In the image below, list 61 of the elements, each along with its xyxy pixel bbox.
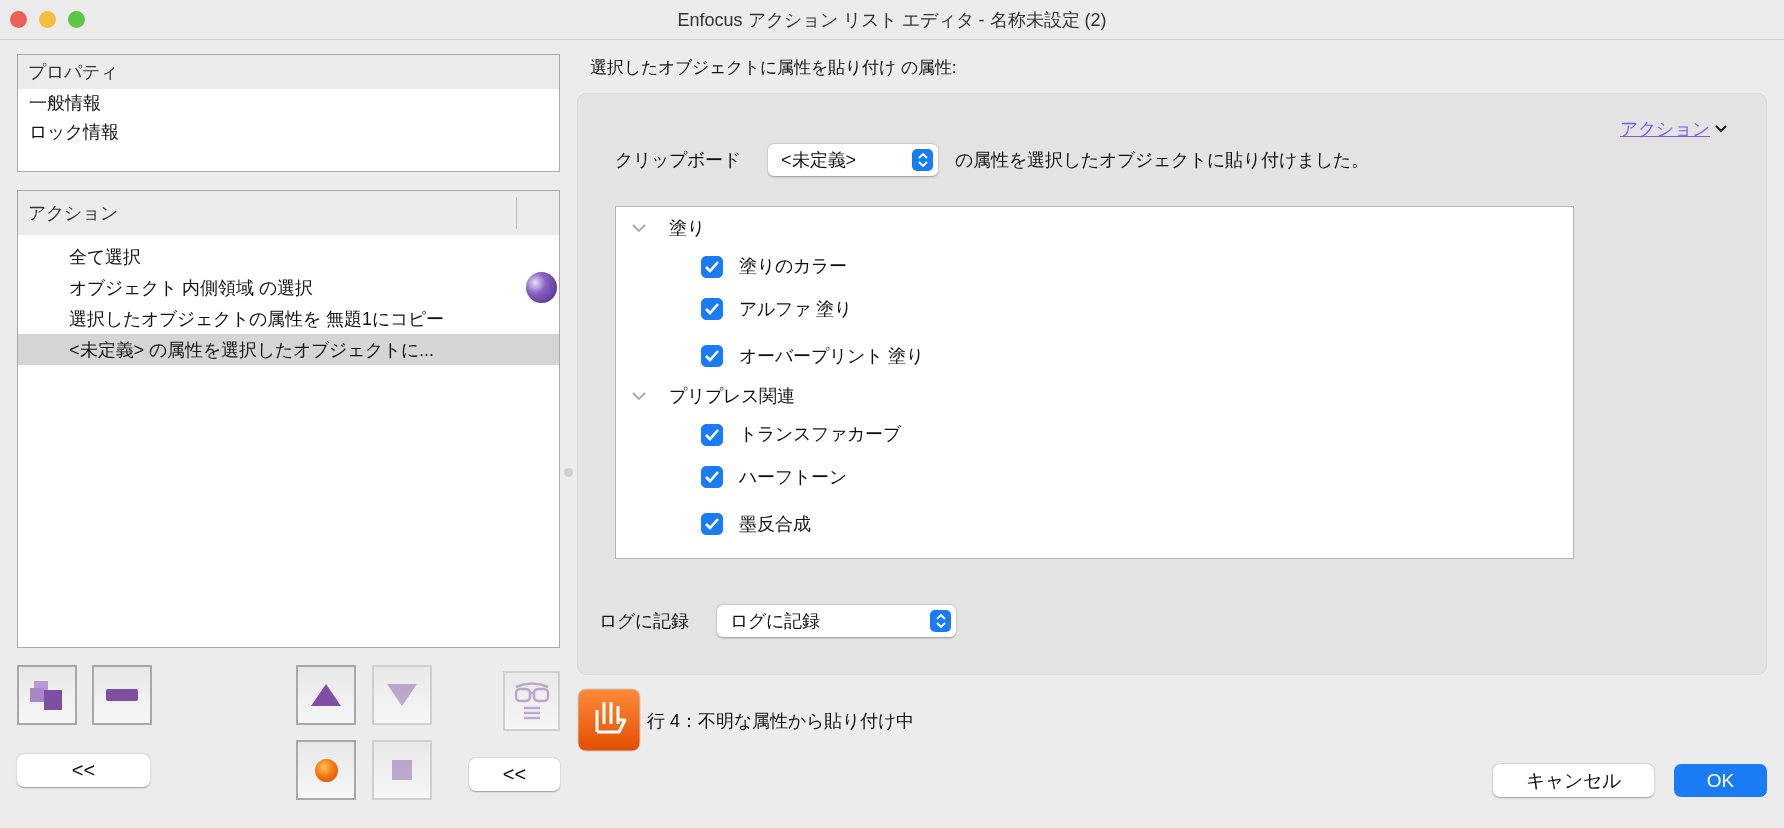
checkmark-icon: [704, 469, 720, 484]
action-label: 全て選択: [69, 245, 141, 269]
action-item[interactable]: 全て選択: [18, 241, 559, 272]
checkbox[interactable]: [701, 465, 723, 488]
column-header[interactable]: プロパティ: [18, 55, 559, 89]
triangle-up-icon: [311, 684, 341, 706]
window-title: Enfocus アクション リスト エディタ - 名称未設定 (2): [677, 8, 1107, 32]
status-message: 行 4：不明な属性から貼り付け中: [647, 710, 914, 733]
remove-button[interactable]: [92, 665, 152, 725]
action-item[interactable]: オブジェクト 内側領域 の選択: [18, 272, 559, 303]
action-label: <未定義> の属性を選択したオブジェクトに...: [69, 338, 435, 362]
group-label: プリプレス関連: [669, 385, 795, 408]
duplicate-button[interactable]: [17, 665, 77, 725]
checkmark-icon: [704, 348, 720, 363]
collapse-button[interactable]: <<: [17, 753, 150, 787]
checkbox[interactable]: [701, 297, 723, 320]
record-button[interactable]: [296, 740, 356, 800]
collapse-button[interactable]: <<: [469, 757, 560, 791]
checkbox-label: 墨反合成: [739, 512, 811, 536]
ball-icon: [314, 758, 338, 782]
action-menu-link[interactable]: アクション: [1620, 117, 1710, 141]
action-label: オブジェクト 内側領域 の選択: [69, 276, 313, 300]
chevron-down-icon[interactable]: [1714, 124, 1728, 134]
minus-icon: [106, 689, 138, 701]
close-button[interactable]: [10, 11, 27, 28]
glasses-icon: [512, 681, 551, 721]
list-item[interactable]: ロック情報: [18, 118, 559, 147]
checkmark-icon: [704, 301, 720, 316]
triangle-down-icon: [387, 684, 417, 706]
checkbox-label: 塗りのカラー: [739, 255, 847, 278]
action-item[interactable]: <未定義> の属性を選択したオブジェクトに...: [18, 334, 559, 365]
clipboard-select[interactable]: <未定義>: [768, 144, 938, 176]
checkmark-icon: [704, 260, 720, 274]
checkmark-icon: [704, 428, 720, 442]
hand-icon: [577, 688, 641, 752]
square-icon: [392, 760, 412, 780]
clipboard-description: の属性を選択したオブジェクトに貼り付けました。: [955, 149, 1369, 172]
stepper-icon: [912, 149, 933, 171]
clipboard-label: クリップボード: [615, 149, 741, 172]
stepper-icon: [930, 610, 951, 632]
checkbox-label: オーバープリント 塗り: [739, 344, 924, 368]
ok-button[interactable]: OK: [1674, 764, 1767, 797]
checkbox[interactable]: [701, 424, 723, 446]
column-header[interactable]: アクション: [18, 191, 559, 235]
log-select[interactable]: ログに記録: [717, 605, 956, 637]
log-label: ログに記録: [599, 610, 689, 633]
checkbox-label: ハーフトーン: [739, 465, 847, 489]
list-item[interactable]: 一般情報: [18, 89, 559, 118]
group-label: 塗り: [669, 217, 705, 240]
action-label: 選択したオブジェクトの属性を 無題1にコピー: [69, 307, 444, 331]
cancel-button[interactable]: キャンセル: [1493, 764, 1654, 797]
checkmark-icon: [704, 516, 720, 531]
checkbox[interactable]: [701, 512, 723, 535]
section-heading: 選択したオブジェクトに属性を貼り付け の属性:: [589, 56, 958, 79]
checkbox-label: アルファ 塗り: [739, 297, 852, 321]
move-up-button[interactable]: [296, 665, 356, 725]
checkbox-label: トランスファカーブ: [739, 423, 901, 446]
action-item[interactable]: 選択したオブジェクトの属性を 無題1にコピー: [18, 303, 559, 334]
splitter-handle[interactable]: [564, 468, 573, 477]
checkbox[interactable]: [701, 344, 723, 367]
checkbox[interactable]: [701, 256, 723, 278]
